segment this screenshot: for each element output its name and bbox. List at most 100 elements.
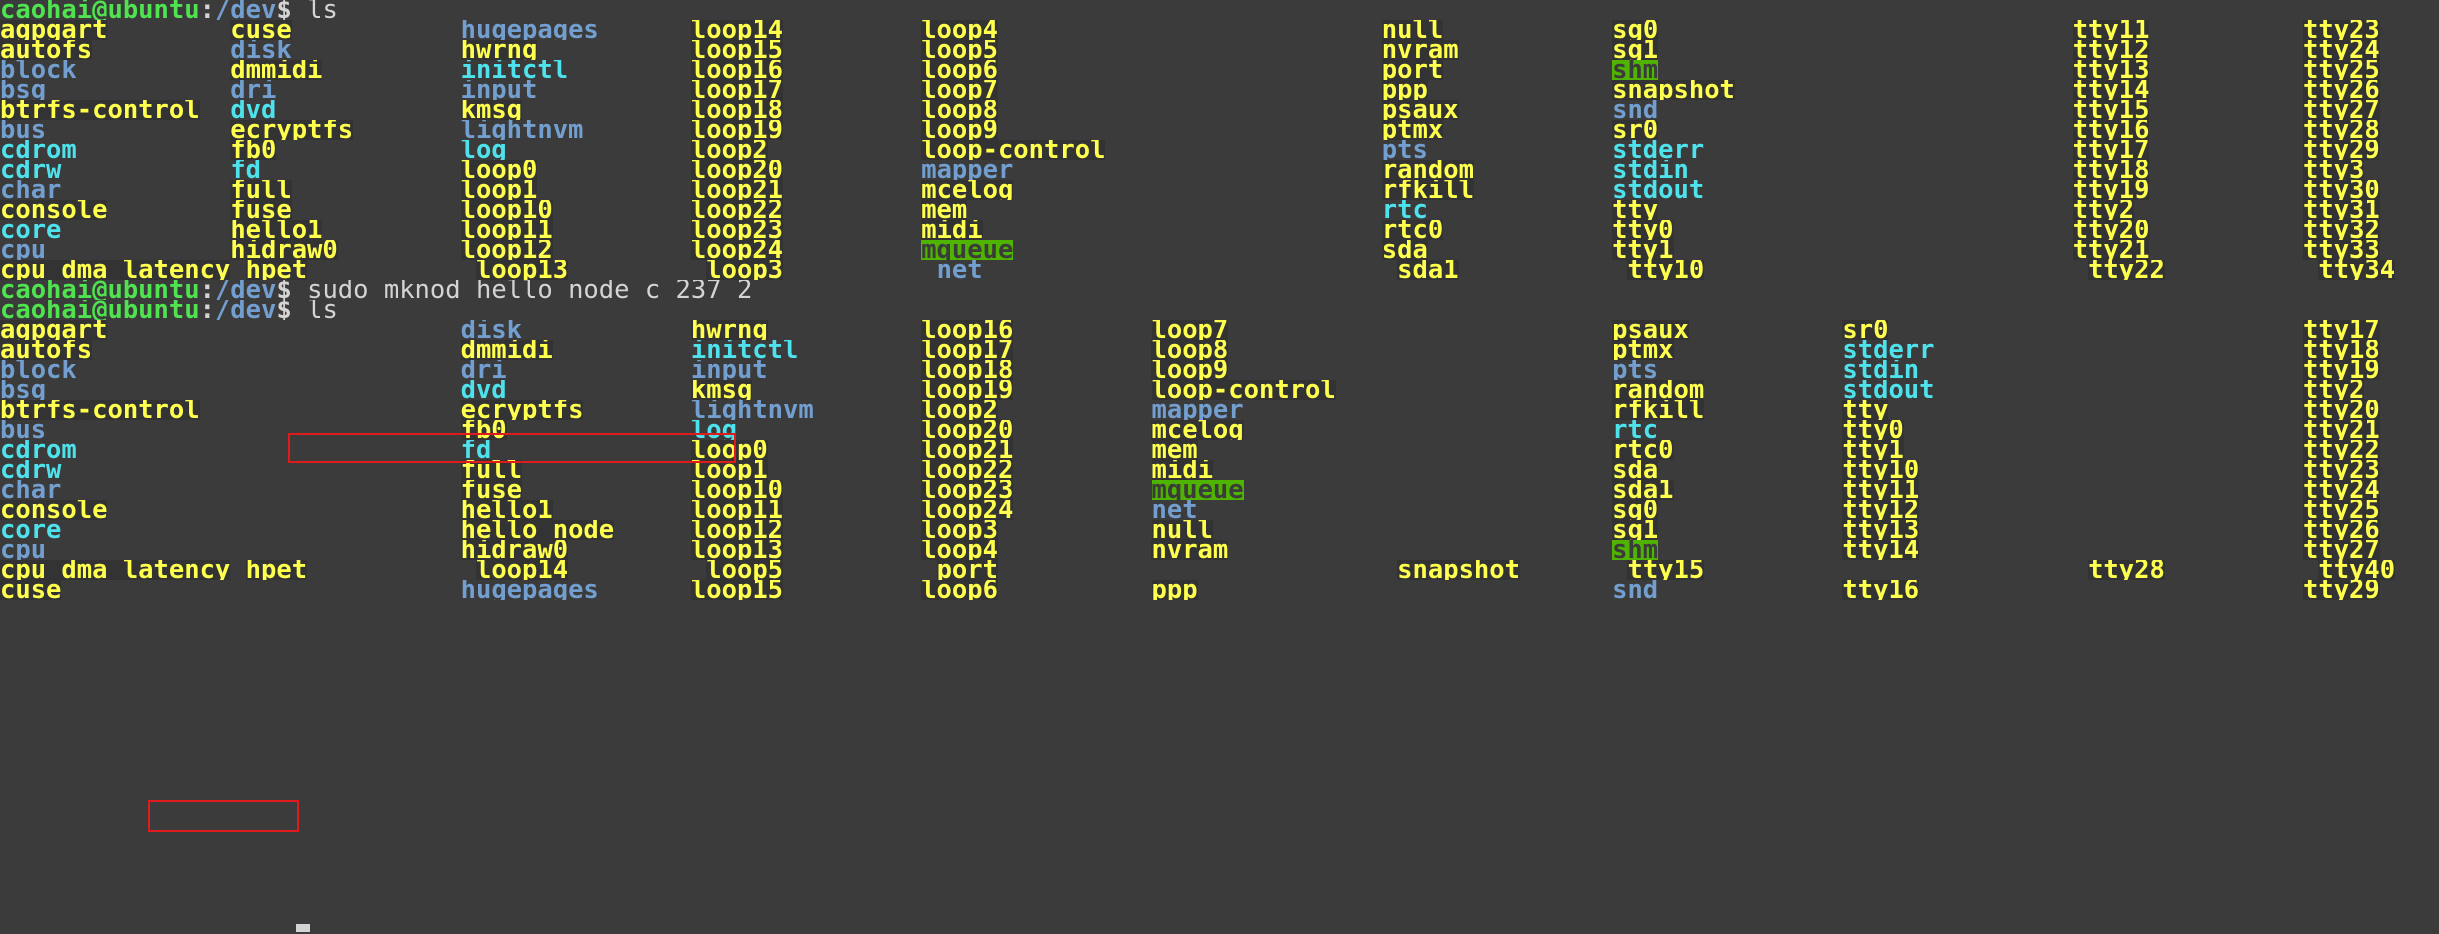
ls-entry: tty12: [1842, 500, 1920, 520]
column-gap: [553, 200, 691, 220]
column-gap: [2073, 340, 2303, 360]
ls-entry: console: [0, 200, 108, 220]
column-gap: [2149, 80, 2303, 100]
column-gap: [230, 320, 460, 340]
column-gap: [1842, 20, 2072, 40]
column-gap: [1443, 60, 1612, 80]
column-gap: [1842, 120, 2072, 140]
column-gap: [1674, 480, 1843, 500]
prompt-colon: :: [199, 0, 215, 20]
column-gap: [1152, 220, 1382, 240]
ls-entry: fd: [230, 160, 262, 180]
ls-entry: net: [1151, 500, 1198, 520]
ls-entry: ptmx: [1612, 340, 1674, 360]
ls-entry: tty32: [2303, 220, 2380, 240]
terminal-window[interactable]: caohai@ubuntu:/dev$ ls agpgart cuse hugep…: [0, 0, 2439, 934]
ls-entry: fd: [460, 440, 492, 460]
ls-entry: tty31: [2303, 200, 2380, 220]
column-gap: [1459, 40, 1613, 60]
ls-entry: fb0: [230, 140, 277, 160]
column-gap: [61, 580, 230, 600]
column-gap: [2380, 240, 2439, 260]
ls-entry: ppp: [1151, 580, 1198, 600]
ls-output-row: char fuse loop10 loop23 mqueue sda1 tty1…: [0, 480, 2439, 500]
ls-entry: rfkill: [1612, 400, 1705, 420]
ls-entry: log: [460, 140, 507, 160]
ls-output-row: cpu_dma_latency hpet loop14 loop5 port s…: [0, 560, 2439, 580]
ls-entry: stderr: [1842, 340, 1935, 360]
ls-entry: tty26: [2303, 520, 2380, 540]
ls-output-row: cpu hidraw0 loop12 loop24 mqueue sda tty…: [0, 240, 2439, 260]
column-gap: [522, 460, 691, 480]
ls-entry: tty15: [1627, 560, 1705, 580]
command-text[interactable]: sudo mknod hello_node c 237 2: [307, 280, 752, 300]
column-gap: [1689, 320, 1843, 340]
ls-entry: loop19: [921, 380, 1014, 400]
ls-entry: input: [690, 360, 768, 380]
ls-entry: loop0: [690, 440, 768, 460]
column-gap: [200, 400, 231, 420]
ls-entry: loop8: [921, 100, 998, 120]
ls-entry: pts: [1612, 360, 1659, 380]
column-gap: [2149, 160, 2303, 180]
column-gap: [783, 60, 921, 80]
ls-entry: loop23: [921, 480, 1014, 500]
ls-entry: char: [0, 480, 62, 500]
ls-entry: autofs: [0, 40, 93, 60]
column-gap: [2073, 420, 2303, 440]
column-gap: [2073, 360, 2303, 380]
ls-output-row: cpu hidraw0 loop13 loop4 nvram shm tty14…: [0, 540, 2439, 560]
column-gap: [1382, 360, 1612, 380]
ls-entry: tty16: [1842, 580, 1920, 600]
command-text[interactable]: ls: [307, 300, 338, 320]
column-gap: [1244, 480, 1382, 500]
ls-entry: sg1: [1612, 40, 1659, 60]
ls-entry: loop22: [690, 200, 784, 220]
column-gap: [2165, 560, 2319, 580]
column-gap: [2149, 60, 2303, 80]
column-gap: [276, 140, 460, 160]
column-gap: [1228, 360, 1382, 380]
ls-entry: tty: [1612, 200, 1659, 220]
ls-entry: fuse: [230, 200, 292, 220]
column-gap: [1704, 140, 1842, 160]
column-gap: [1167, 560, 1397, 580]
column-gap: [783, 560, 937, 580]
ls-entry: loop16: [690, 60, 784, 80]
column-gap: [1244, 400, 1382, 420]
column-gap: [1382, 460, 1612, 480]
ls-entry: cdrw: [0, 460, 62, 480]
column-gap: [783, 220, 921, 240]
ls-entry: tty3: [2303, 160, 2365, 180]
column-gap: [814, 400, 921, 420]
command-text[interactable]: ls: [307, 0, 338, 20]
column-gap: [768, 460, 922, 480]
column-gap: [568, 60, 691, 80]
ls-entry: loop16: [921, 320, 1014, 340]
ls-entry: rfkill: [1381, 180, 1474, 200]
column-gap: [46, 540, 230, 560]
column-gap: [1013, 420, 1151, 440]
ls-entry: mqueue: [1151, 480, 1244, 500]
column-gap: [230, 400, 460, 420]
column-gap: [230, 580, 460, 600]
column-gap: [1919, 540, 2073, 560]
ls-entry: cuse: [0, 580, 62, 600]
column-gap: [2380, 400, 2439, 420]
ls-entry: initctl: [460, 60, 569, 80]
column-gap: [783, 200, 921, 220]
column-gap: [1443, 120, 1612, 140]
ls-entry: tty19: [2072, 180, 2150, 200]
column-gap: [1428, 80, 1612, 100]
ls-entry: dri: [460, 360, 507, 380]
column-gap: [1213, 520, 1382, 540]
ls-output-row: block dri input loop18 loop9 pts stdin t…: [0, 360, 2439, 380]
ls-entry: net: [936, 260, 983, 280]
column-gap: [1842, 160, 2072, 180]
ls-entry: hpet: [245, 560, 308, 580]
ls-entry: hugepages: [460, 580, 599, 600]
column-gap: [2380, 440, 2439, 460]
ls-entry: nvram: [1151, 540, 1229, 560]
column-gap: [1382, 480, 1612, 500]
ls-entry: loop5: [706, 560, 784, 580]
